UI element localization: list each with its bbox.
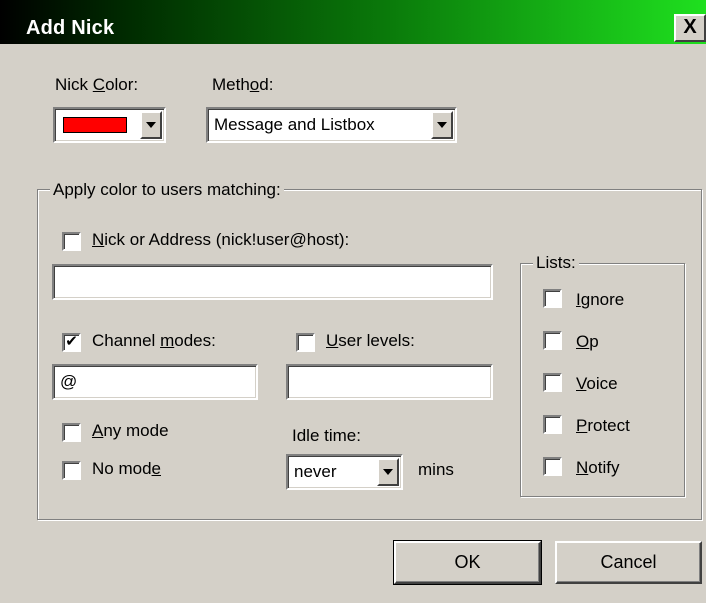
idle-time-unit: mins	[418, 460, 454, 479]
op-label: Op	[576, 332, 599, 351]
title-bar: Add Nick X	[0, 0, 706, 44]
ignore-label: Ignore	[576, 290, 625, 309]
user-levels-checkbox[interactable]	[296, 333, 315, 352]
channel-modes-value: @	[60, 372, 78, 391]
protect-checkbox[interactable]	[543, 415, 562, 434]
chevron-down-icon[interactable]	[377, 458, 399, 486]
method-value: Message and Listbox	[214, 115, 375, 134]
nick-color-dropdown[interactable]	[53, 107, 166, 143]
match-group-label: Apply color to users matching:	[50, 180, 284, 200]
dialog-title: Add Nick	[26, 17, 115, 39]
voice-label: Voice	[576, 374, 618, 393]
chevron-down-icon[interactable]	[140, 111, 162, 139]
nick-address-checkbox[interactable]	[62, 232, 81, 251]
lists-group-label: Lists:	[533, 253, 579, 273]
op-checkbox[interactable]	[543, 331, 562, 350]
nick-address-label: Nick or Address (nick!user@host):	[92, 230, 350, 249]
cancel-button[interactable]: Cancel	[555, 541, 702, 584]
any-mode-label: Any mode	[92, 421, 169, 440]
ignore-checkbox[interactable]	[543, 289, 562, 308]
nick-address-input[interactable]	[52, 264, 493, 300]
notify-checkbox[interactable]	[543, 457, 562, 476]
channel-modes-input[interactable]: @	[52, 364, 258, 400]
channel-modes-checkbox[interactable]: ✔	[62, 333, 81, 352]
nick-color-label: Nick Color:	[55, 75, 139, 94]
channel-modes-label: Channel modes:	[92, 331, 216, 350]
color-swatch	[63, 117, 127, 133]
ok-button[interactable]: OK	[393, 540, 542, 585]
idle-time-dropdown[interactable]: never	[286, 454, 403, 490]
no-mode-label: No mode	[92, 459, 161, 478]
close-button[interactable]: X	[674, 14, 706, 42]
voice-checkbox[interactable]	[543, 373, 562, 392]
any-mode-checkbox[interactable]	[62, 423, 81, 442]
chevron-down-icon[interactable]	[431, 111, 453, 139]
user-levels-input[interactable]	[286, 364, 493, 400]
method-dropdown[interactable]: Message and Listbox	[206, 107, 457, 143]
close-icon: X	[683, 16, 697, 38]
idle-time-label: Idle time:	[292, 426, 361, 445]
user-levels-label: User levels:	[326, 331, 415, 350]
notify-label: Notify	[576, 458, 620, 477]
idle-time-value: never	[294, 462, 337, 481]
no-mode-checkbox[interactable]	[62, 461, 81, 480]
protect-label: Protect	[576, 416, 630, 435]
method-label: Method:	[212, 75, 274, 94]
check-icon: ✔	[65, 333, 78, 350]
